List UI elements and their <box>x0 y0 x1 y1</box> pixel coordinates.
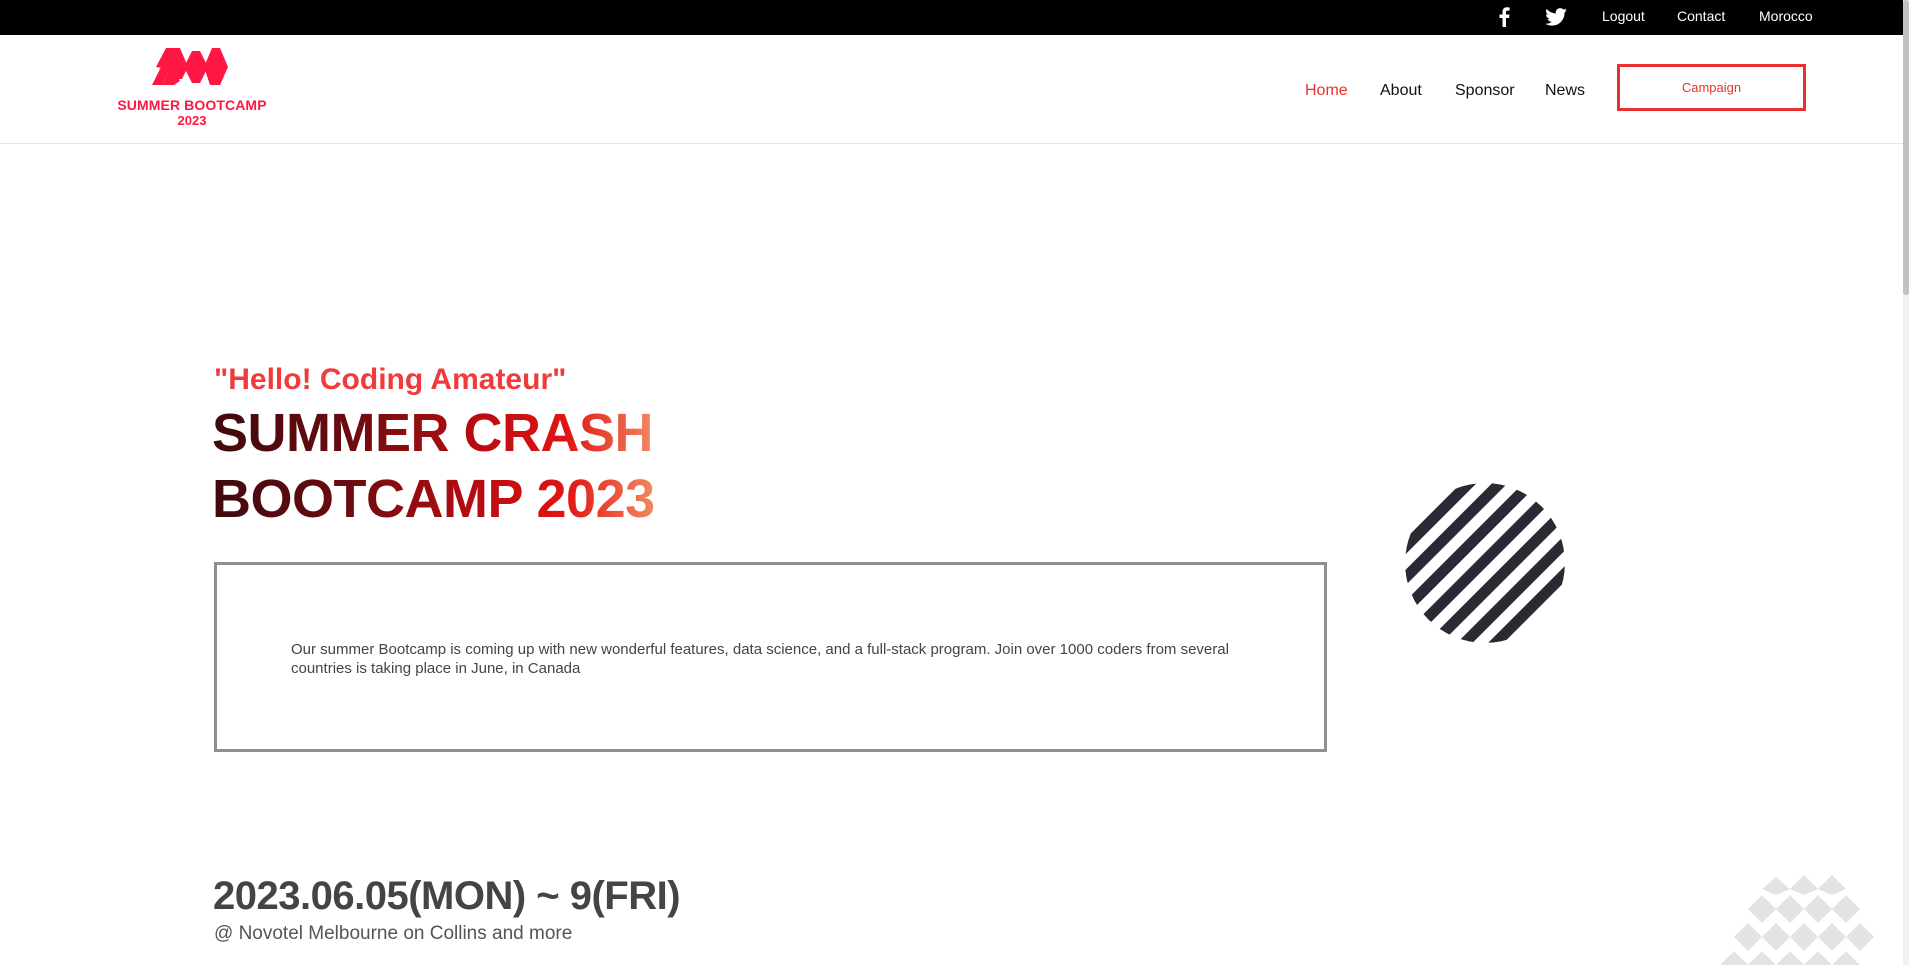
diamond-pattern-decoration <box>1720 875 1874 965</box>
logo-title: SUMMER BOOTCAMP <box>117 97 267 113</box>
contact-link[interactable]: Contact <box>1677 7 1725 25</box>
nav-home[interactable]: Home <box>1305 81 1348 101</box>
top-bar: Logout Contact Morocco <box>0 0 1909 35</box>
logo-mark-icon <box>152 48 228 85</box>
site-logo[interactable]: SUMMER BOOTCAMP 2023 <box>116 45 268 133</box>
nav-news[interactable]: News <box>1545 81 1585 101</box>
event-venue: @ Novotel Melbourne on Collins and more <box>214 923 573 944</box>
description-box: Our summer Bootcamp is coming up with ne… <box>214 562 1327 752</box>
hero-tagline: "Hello! Coding Amateur" <box>214 363 567 396</box>
logo-year: 2023 <box>177 113 207 128</box>
facebook-icon[interactable] <box>1492 5 1516 29</box>
hero-title: SUMMER CRASH BOOTCAMP 2023 <box>212 400 655 532</box>
campaign-button[interactable]: Campaign <box>1617 64 1806 111</box>
logout-link[interactable]: Logout <box>1602 7 1645 25</box>
hero-title-line2: BOOTCAMP 2023 <box>212 469 655 529</box>
nav-about[interactable]: About <box>1380 81 1422 101</box>
hero-description: Our summer Bootcamp is coming up with ne… <box>291 641 1229 677</box>
nav-sponsor[interactable]: Sponsor <box>1455 81 1515 101</box>
country-link[interactable]: Morocco <box>1759 7 1813 25</box>
site-header: SUMMER BOOTCAMP 2023 Home About Sponsor … <box>0 35 1909 144</box>
scrollbar-thumb[interactable] <box>1903 0 1909 295</box>
event-date: 2023.06.05(MON) ~ 9(FRI) <box>213 874 681 918</box>
striped-circle-decoration <box>1405 483 1565 643</box>
hero-title-line1: SUMMER CRASH <box>212 403 654 463</box>
twitter-icon[interactable] <box>1544 5 1568 29</box>
